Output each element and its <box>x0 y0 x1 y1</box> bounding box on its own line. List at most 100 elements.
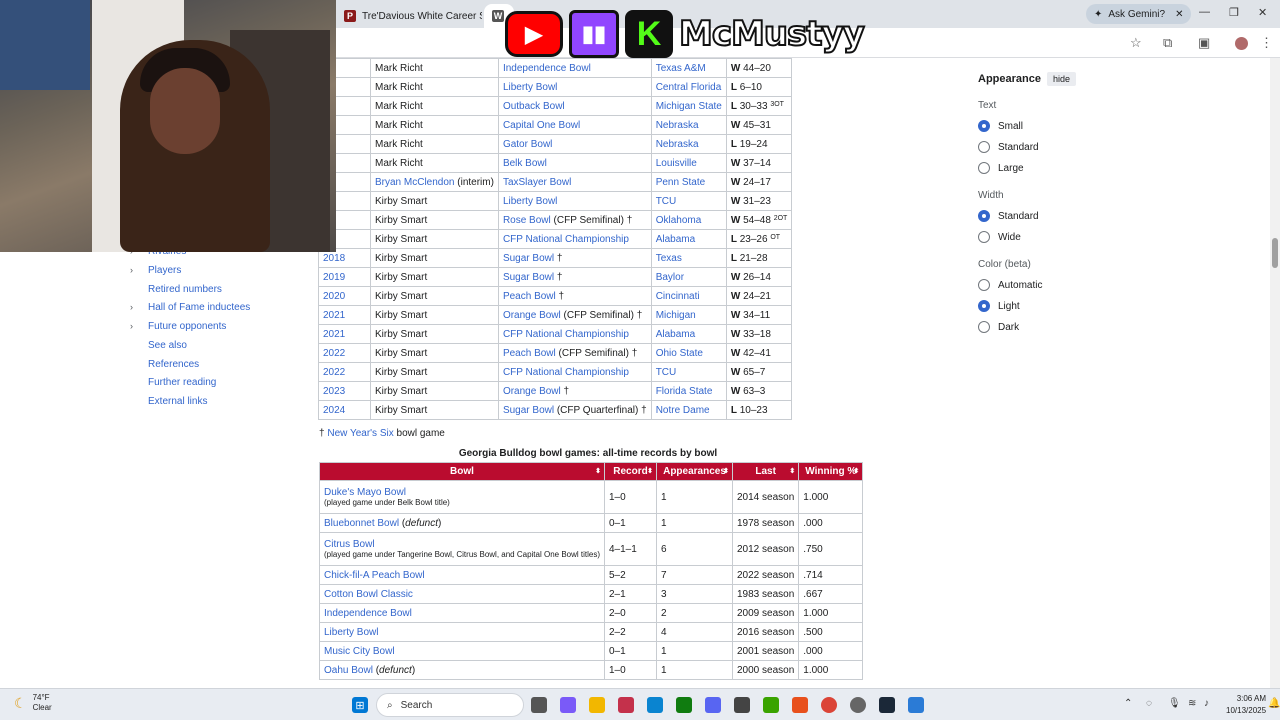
opponent-link[interactable]: TCU <box>656 367 677 378</box>
wifi-icon[interactable]: ≋ <box>1188 698 1196 709</box>
file-explorer-icon[interactable] <box>589 697 605 713</box>
opponent-link[interactable]: Notre Dame <box>656 405 710 416</box>
side-panel-icon[interactable]: ▣ <box>1198 35 1210 51</box>
bowl-link[interactable]: Duke's Mayo Bowl <box>324 487 406 498</box>
sort-icon[interactable]: ⬍ <box>853 467 859 475</box>
year-link[interactable]: 2021 <box>323 329 345 340</box>
bowl-link[interactable]: Independence Bowl <box>324 608 412 619</box>
radio-option[interactable]: Wide <box>978 231 1128 243</box>
chevron-right-icon[interactable]: › <box>130 321 148 331</box>
start-icon[interactable]: ⊞ <box>352 697 368 713</box>
settings-icon[interactable] <box>850 697 866 713</box>
radio-button[interactable] <box>978 141 990 153</box>
bowl-link[interactable]: Orange Bowl <box>503 310 561 321</box>
bowl-link[interactable]: Citrus Bowl <box>324 539 375 550</box>
toc-item[interactable]: › Hall of Fame inductees <box>130 302 250 313</box>
radio-option[interactable]: Dark <box>978 321 1128 333</box>
year-link[interactable]: 2024 <box>323 405 345 416</box>
app-icon-orange[interactable] <box>792 697 808 713</box>
toc-item[interactable]: Retired numbers <box>130 284 222 295</box>
bowl-link[interactable]: Peach Bowl <box>503 291 556 302</box>
bowl-link[interactable]: Sugar Bowl <box>503 272 554 283</box>
opponent-link[interactable]: Central Florida <box>656 82 722 93</box>
app-icon-green[interactable] <box>763 697 779 713</box>
column-header[interactable]: Winning % ⬍ <box>798 462 864 481</box>
toc-item[interactable]: References <box>130 359 199 370</box>
minimize-icon[interactable]: — <box>1199 6 1210 18</box>
edge-icon[interactable] <box>647 697 663 713</box>
opponent-link[interactable]: Florida State <box>656 386 713 397</box>
column-header[interactable]: Appearances ⬍ <box>656 462 733 481</box>
toc-item[interactable]: External links <box>130 396 207 407</box>
bowl-link[interactable]: Chick-fil-A Peach Bowl <box>324 570 425 581</box>
new-years-six-link[interactable]: New Year's Six <box>327 428 393 439</box>
bowl-link[interactable]: Orange Bowl <box>503 386 561 397</box>
bowl-link[interactable]: TaxSlayer Bowl <box>503 177 571 188</box>
xbox-icon[interactable] <box>676 697 692 713</box>
year-link[interactable]: 2018 <box>323 253 345 264</box>
chevron-right-icon[interactable]: › <box>130 302 148 312</box>
radio-button[interactable] <box>978 279 990 291</box>
profile-avatar[interactable] <box>1235 37 1248 50</box>
radio-option[interactable]: Standard <box>978 141 1128 153</box>
toc-item[interactable]: › Future opponents <box>130 321 226 332</box>
window-close-icon[interactable]: ✕ <box>1258 6 1267 19</box>
opponent-link[interactable]: Louisville <box>656 158 697 169</box>
radio-option[interactable]: Large <box>978 162 1128 174</box>
radio-option[interactable]: Small <box>978 120 1128 132</box>
coach-name[interactable]: Bryan McClendon <box>375 177 454 188</box>
menu-icon[interactable]: ⋮ <box>1260 35 1273 51</box>
sort-icon[interactable]: ⬍ <box>647 467 653 475</box>
bowl-link[interactable]: Outback Bowl <box>503 101 565 112</box>
copilot-icon[interactable] <box>560 697 576 713</box>
radio-option[interactable]: Light <box>978 300 1128 312</box>
radio-button[interactable] <box>978 231 990 243</box>
toc-item[interactable]: Further reading <box>130 377 216 388</box>
scrollbar-thumb[interactable] <box>1272 238 1278 268</box>
bowl-link[interactable]: Capital One Bowl <box>503 120 580 131</box>
sort-icon[interactable]: ⬍ <box>789 467 795 475</box>
opponent-link[interactable]: Penn State <box>656 177 705 188</box>
weather-widget[interactable]: ☾ 74°F Clear <box>14 693 52 713</box>
column-header[interactable]: Last ⬍ <box>731 462 800 481</box>
sort-icon[interactable]: ⬍ <box>723 467 729 475</box>
bowl-link[interactable]: Music City Bowl <box>324 646 395 657</box>
sort-icon[interactable]: ⬍ <box>595 467 601 475</box>
column-header[interactable]: Record ⬍ <box>604 462 657 481</box>
radio-button[interactable] <box>978 210 990 222</box>
year-link[interactable]: 2022 <box>323 367 345 378</box>
bowl-link[interactable]: Liberty Bowl <box>324 627 378 638</box>
chrome-icon[interactable] <box>821 697 837 713</box>
bowl-link[interactable]: Peach Bowl <box>503 348 556 359</box>
bowl-link[interactable]: CFP National Championship <box>503 234 629 245</box>
bowl-link[interactable]: Gator Bowl <box>503 139 552 150</box>
opponent-link[interactable]: Nebraska <box>656 139 699 150</box>
year-link[interactable]: 2020 <box>323 291 345 302</box>
bowl-link[interactable]: Oahu Bowl <box>324 665 373 676</box>
opponent-link[interactable]: Oklahoma <box>656 215 702 226</box>
opponent-link[interactable]: Michigan State <box>656 101 722 112</box>
close-icon[interactable]: ✕ <box>1175 9 1183 20</box>
bowl-link[interactable]: Liberty Bowl <box>503 82 557 93</box>
radio-button[interactable] <box>978 300 990 312</box>
page-scrollbar[interactable] <box>1270 58 1280 688</box>
bowl-link[interactable]: Rose Bowl <box>503 215 551 226</box>
app-icon-red[interactable] <box>618 697 634 713</box>
radio-option[interactable]: Automatic <box>978 279 1128 291</box>
year-link[interactable]: 2021 <box>323 310 345 321</box>
discord-icon[interactable] <box>705 697 721 713</box>
bowl-link[interactable]: Liberty Bowl <box>503 196 557 207</box>
chevron-right-icon[interactable]: › <box>130 265 148 275</box>
opponent-link[interactable]: Alabama <box>656 329 695 340</box>
tab-stats[interactable]: P Tre'Davious White Career Stats ✕ <box>336 4 482 28</box>
notification-bell-icon[interactable]: 🔔 <box>1268 698 1280 709</box>
opponent-link[interactable]: Texas A&M <box>656 63 706 74</box>
taskbar-search[interactable]: ⌕ Search <box>376 693 524 717</box>
microphone-icon[interactable]: 🎙 <box>1168 698 1181 709</box>
bowl-link[interactable]: Cotton Bowl Classic <box>324 589 413 600</box>
steam-icon[interactable] <box>879 697 895 713</box>
bowl-link[interactable]: Belk Bowl <box>503 158 547 169</box>
opponent-link[interactable]: Alabama <box>656 234 695 245</box>
bookmark-star-icon[interactable]: ☆ <box>1130 35 1142 51</box>
volume-icon[interactable]: ♪ <box>1204 698 1209 709</box>
